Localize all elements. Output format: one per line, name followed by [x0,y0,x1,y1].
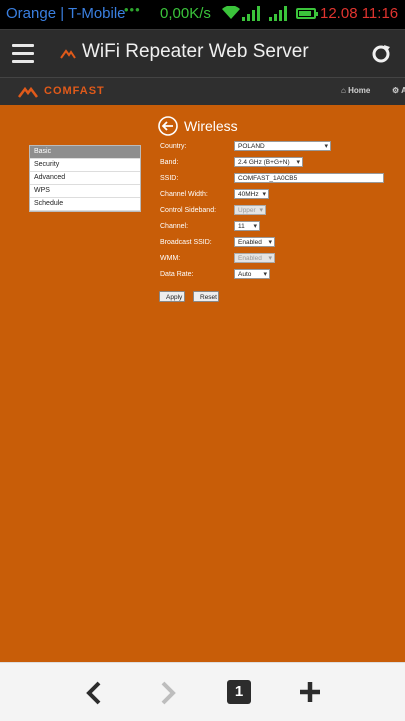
main-content: Basic Security Advanced WPS Schedule Wir… [0,105,405,662]
brand-name: COMFAST [44,85,105,97]
app-header: WiFi Repeater Web Server [0,29,405,78]
broadcast-ssid-select[interactable]: Enabled [234,237,275,247]
wmm-select: Enabled [234,253,275,263]
tab-count-button[interactable]: 1 [227,680,251,704]
status-bar: Orange | T-Mobile ••• 0,00K/s 12.08 11:1… [0,0,405,29]
carrier-label: Orange | T-Mobile [6,5,126,22]
channel-width-label: Channel Width: [160,191,208,198]
refresh-icon[interactable] [370,43,392,65]
forward-icon[interactable] [158,680,178,706]
channel-label: Channel: [160,223,189,230]
ssid-input[interactable]: COMFAST_1A0CB5 [234,173,384,183]
data-rate-label: Data Rate: [160,271,194,278]
wmm-label: WMM: [160,255,181,262]
control-sideband-label: Control Sideband: [160,207,217,214]
side-menu-item-wps[interactable]: WPS [30,185,140,198]
advanced-label: A [401,86,405,95]
data-rate-select[interactable]: Auto [234,269,270,279]
battery-icon [296,8,318,19]
channel-select[interactable]: 11 [234,221,260,231]
back-icon[interactable] [84,680,104,706]
notification-dots-icon: ••• [124,2,141,17]
router-nav-bar: COMFAST ⌂ Home ⚙ A [0,77,405,106]
reset-button[interactable]: Reset [193,291,219,302]
country-label: Country: [160,143,187,150]
control-sideband-select: Upper [234,205,266,215]
channel-width-select[interactable]: 40MHz [234,189,269,199]
band-label: Band: [160,159,179,166]
browser-bottom-bar: 1 [0,662,405,721]
page-title: Wireless [184,118,238,134]
band-select[interactable]: 2.4 GHz (B+G+N) [234,157,303,167]
battery-fill [299,11,311,16]
side-menu-item-advanced[interactable]: Advanced [30,172,140,185]
country-select[interactable]: POLAND [234,141,331,151]
side-menu-item-security[interactable]: Security [30,159,140,172]
nav-advanced-link[interactable]: ⚙ A [392,86,405,95]
signal-strength-icon-2 [269,6,287,21]
comfast-brand-icon [18,86,38,98]
side-menu-item-schedule[interactable]: Schedule [30,198,140,211]
ssid-label: SSID: [160,175,179,182]
side-menu: Basic Security Advanced WPS Schedule [29,145,141,212]
nav-home-link[interactable]: ⌂ Home [341,86,370,95]
comfast-logo-icon [60,49,76,59]
home-label: Home [348,86,371,95]
app-title: WiFi Repeater Web Server [82,41,309,62]
data-speed-label: 0,00K/s [160,5,211,22]
apply-button[interactable]: Apply [159,291,185,302]
hamburger-menu-icon[interactable] [12,44,34,64]
broadcast-ssid-label: Broadcast SSID: [160,239,212,246]
signal-strength-icon [242,6,260,21]
clock-label: 12.08 11:16 [320,5,399,22]
back-arrow-icon[interactable] [158,116,178,136]
wifi-icon [222,6,240,19]
side-menu-item-basic[interactable]: Basic [30,146,140,159]
new-tab-plus-icon[interactable] [298,680,322,704]
